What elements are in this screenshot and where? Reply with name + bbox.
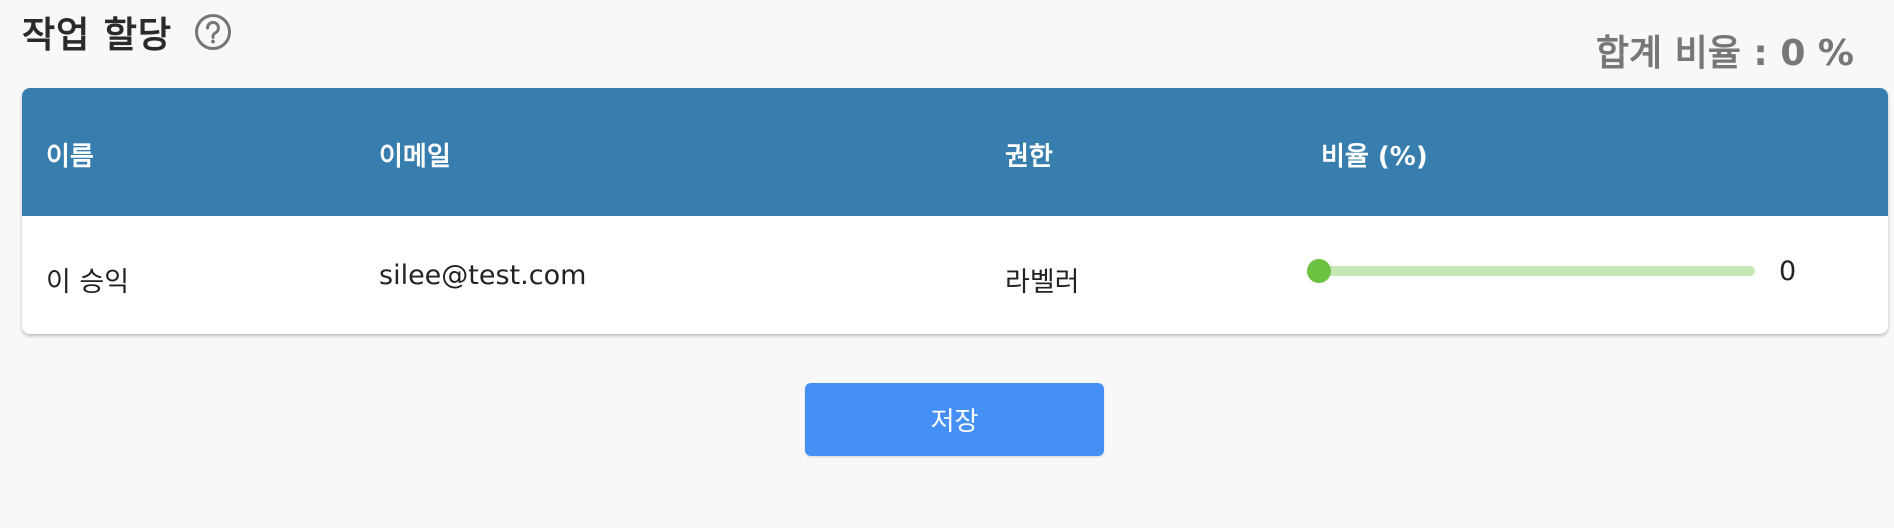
column-header-ratio: 비율 (%) — [1321, 142, 1428, 172]
help-circle-icon[interactable] — [194, 13, 232, 51]
cell-name: 이 승익 — [46, 267, 130, 298]
total-ratio: 합계 비율 : 0 % — [1595, 33, 1854, 74]
table-row: 이 승익 silee@test.com 라벨러 0 — [22, 216, 1888, 334]
slider-thumb[interactable] — [1307, 259, 1331, 283]
column-header-role: 권한 — [1005, 142, 1053, 172]
page-title: 작업 할당 — [22, 15, 173, 56]
ratio-value: 0 — [1779, 256, 1797, 287]
table-header: 이름 이메일 권한 비율 (%) — [22, 88, 1888, 216]
slider-track[interactable] — [1319, 266, 1755, 276]
cell-role: 라벨러 — [1005, 267, 1080, 298]
ratio-slider[interactable] — [1307, 258, 1755, 284]
save-button[interactable]: 저장 — [805, 383, 1104, 456]
column-header-name: 이름 — [46, 142, 94, 172]
assignment-table: 이름 이메일 권한 비율 (%) 이 승익 silee@test.com 라벨러… — [22, 88, 1888, 334]
page-header: 작업 할당 — [22, 6, 232, 58]
cell-email: silee@test.com — [379, 260, 587, 291]
column-header-email: 이메일 — [379, 142, 451, 172]
